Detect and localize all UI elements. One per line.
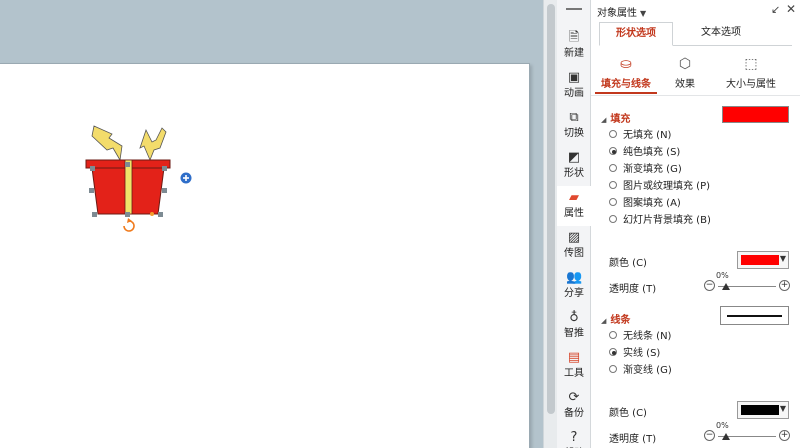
subtab-size-properties[interactable]: ⬚ 大小与属性 — [709, 50, 793, 94]
slide[interactable] — [0, 63, 530, 448]
line-section-header[interactable]: ◢ 线条 — [601, 311, 630, 326]
shapes-icon: ◩ — [567, 150, 581, 165]
panel-header: 对象属性 ▼ ↙ ✕ — [591, 0, 800, 20]
gift-box-shape[interactable] — [82, 120, 192, 232]
fill-color-picker[interactable]: ▼ — [737, 251, 789, 269]
transition-icon: ⧉ — [569, 110, 579, 125]
pin-icon[interactable]: ↙ — [771, 3, 780, 16]
sidebar-item-shapes[interactable]: ◩ 形状 — [557, 146, 591, 186]
fill-option-gradient[interactable]: 渐变填充 (G) — [609, 162, 682, 178]
selection-handle[interactable] — [92, 212, 97, 217]
new-doc-icon: 🗎 — [568, 30, 580, 45]
fill-option-picture[interactable]: 图片或纹理填充 (P) — [609, 179, 710, 195]
selection-handle[interactable] — [162, 166, 167, 171]
fill-color-preview[interactable] — [722, 106, 789, 123]
recommend-icon: ♁ — [569, 310, 579, 325]
fill-transparency-label: 透明度 (T) — [609, 284, 657, 295]
chevron-down-icon: ▼ — [640, 9, 647, 18]
sidebar-item-recommend[interactable]: ♁ 智推 — [557, 306, 591, 346]
line-option-none[interactable]: 无线条 (N) — [609, 329, 671, 345]
cube-icon: ⬡ — [678, 56, 692, 72]
tab-shape-options[interactable]: 形状选项 — [599, 22, 673, 46]
fill-option-slide-background[interactable]: 幻灯片背景填充 (B) — [609, 213, 711, 229]
line-option-solid[interactable]: 实线 (S) — [609, 346, 660, 362]
lightning-right-icon — [139, 127, 167, 162]
selection-handle[interactable] — [162, 188, 167, 193]
fill-option-solid[interactable]: 纯色填充 (S) — [609, 145, 680, 161]
panel-title[interactable]: 对象属性 ▼ — [597, 4, 646, 19]
line-color-label: 颜色 (C) — [609, 408, 647, 419]
minus-icon[interactable]: − — [704, 430, 715, 441]
object-properties-panel: 对象属性 ▼ ↙ ✕ 形状选项 文本选项 ⛀ 填充与线条 ⬡ 效果 ⬚ 大小与属性… — [591, 0, 800, 448]
selection-handle[interactable] — [158, 212, 163, 217]
line-color-picker[interactable]: ▼ — [737, 401, 789, 419]
sidebar-item-help[interactable]: ? 帮助 — [557, 426, 591, 448]
panel-tabs: 形状选项 文本选项 — [599, 22, 792, 46]
subtab-effects[interactable]: ⬡ 效果 — [665, 50, 705, 94]
selection-handle[interactable] — [90, 166, 95, 171]
rotate-handle-icon[interactable] — [123, 220, 135, 232]
selection-handle[interactable] — [89, 188, 94, 193]
subtab-fill-line[interactable]: ⛀ 填充与线条 — [595, 50, 657, 94]
minus-icon[interactable]: − — [704, 280, 715, 291]
sidebar-item-backup[interactable]: ⟳ 备份 — [557, 386, 591, 426]
close-icon[interactable]: ✕ — [786, 2, 796, 16]
animation-icon: ▣ — [567, 70, 581, 85]
adjust-handle[interactable] — [150, 212, 154, 216]
line-option-gradient[interactable]: 渐变线 (G) — [609, 363, 672, 379]
tab-text-options[interactable]: 文本选项 — [681, 22, 761, 46]
properties-icon: ▰ — [569, 190, 579, 205]
collapse-triangle-icon: ◢ — [601, 116, 607, 124]
chevron-down-icon: ▼ — [779, 404, 786, 413]
share-icon: 👥 — [566, 270, 583, 285]
collapse-triangle-icon: ◢ — [601, 317, 607, 325]
side-toolbar: 🗎 新建 ▣ 动画 ⧉ 切换 ◩ 形状 ▰ 属性 ▨ 传图 👥 分享 ♁ 智推 … — [557, 0, 591, 448]
fill-option-pattern[interactable]: 图案填充 (A) — [609, 196, 681, 212]
toolbox-icon: ▤ — [567, 350, 581, 365]
fill-section-header[interactable]: ◢ 填充 — [601, 110, 630, 125]
image-upload-icon: ▨ — [567, 230, 581, 245]
panel-subtabs: ⛀ 填充与线条 ⬡ 效果 ⬚ 大小与属性 — [591, 50, 800, 96]
slider-knob[interactable] — [722, 433, 730, 440]
fill-transparency-slider[interactable]: − 0% + — [704, 271, 790, 294]
sidebar-item-new[interactable]: 🗎 新建 — [557, 26, 591, 66]
vertical-scrollbar[interactable] — [543, 0, 557, 448]
selection-handle[interactable] — [125, 162, 130, 167]
sidebar-item-transition[interactable]: ⧉ 切换 — [557, 106, 591, 146]
slider-knob[interactable] — [722, 283, 730, 290]
sidebar-item-animation[interactable]: ▣ 动画 — [557, 66, 591, 106]
help-icon: ? — [570, 430, 578, 445]
fill-option-none[interactable]: 无填充 (N) — [609, 128, 671, 144]
backup-icon: ⟳ — [568, 390, 580, 405]
sidebar-item-share[interactable]: 👥 分享 — [557, 266, 591, 306]
side-menu-icon[interactable] — [566, 8, 582, 10]
sidebar-item-image-upload[interactable]: ▨ 传图 — [557, 226, 591, 266]
sidebar-item-properties[interactable]: ▰ 属性 — [557, 186, 591, 226]
lightning-left-icon — [91, 125, 123, 162]
line-transparency-slider[interactable]: − 0% + — [704, 421, 790, 444]
line-style-picker[interactable] — [720, 306, 789, 325]
selection-handle[interactable] — [125, 212, 130, 217]
plus-icon[interactable]: + — [779, 280, 790, 291]
line-transparency-label: 透明度 (T) — [609, 434, 657, 445]
size-box-icon: ⬚ — [744, 56, 758, 72]
fill-color-label: 颜色 (C) — [609, 258, 647, 269]
chevron-down-icon: ▼ — [779, 254, 786, 263]
sidebar-item-tools[interactable]: ▤ 工具 — [557, 346, 591, 386]
gift-ribbon — [124, 159, 133, 215]
plus-icon[interactable]: + — [779, 430, 790, 441]
paint-bucket-icon: ⛀ — [620, 56, 632, 72]
